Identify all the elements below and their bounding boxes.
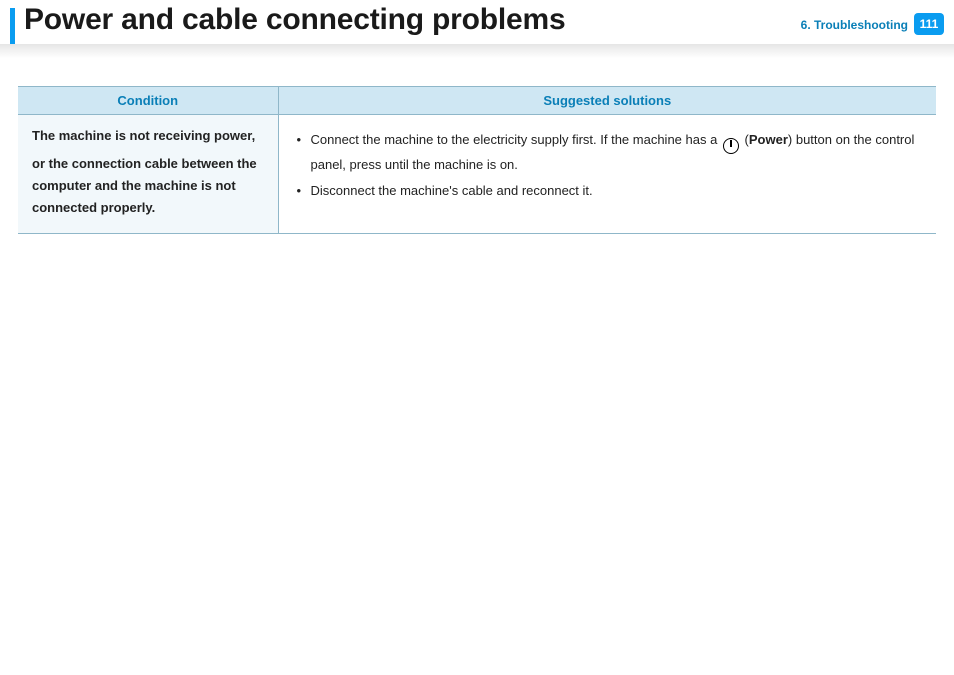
solution1-pre: Connect the machine to the electricity s… — [311, 132, 721, 147]
table-header-row: Condition Suggested solutions — [18, 87, 936, 115]
page-title: Power and cable connecting problems — [24, 3, 565, 37]
condition-cell: The machine is not receiving power, or t… — [18, 115, 278, 234]
solution-text: Disconnect the machine's cable and recon… — [311, 180, 593, 202]
bullet-icon: • — [297, 129, 311, 151]
solutions-list: • Connect the machine to the electricity… — [293, 129, 923, 202]
table-row: The machine is not receiving power, or t… — [18, 115, 936, 234]
breadcrumb: 6. Troubleshooting — [801, 18, 908, 32]
condition-text-rest: or the connection cable between the comp… — [32, 153, 264, 219]
col-header-condition: Condition — [18, 87, 278, 115]
document-page: Power and cable connecting problems 6. T… — [0, 0, 954, 675]
solutions-cell: • Connect the machine to the electricity… — [278, 115, 936, 234]
bullet-icon: • — [297, 180, 311, 202]
condition-text-line1: The machine is not receiving power, — [32, 125, 264, 147]
power-icon — [723, 138, 739, 154]
solution-text: Connect the machine to the electricity s… — [311, 129, 923, 176]
col-header-solutions: Suggested solutions — [278, 87, 936, 115]
list-item: • Disconnect the machine's cable and rec… — [297, 180, 923, 202]
title-accent-bar — [10, 8, 15, 44]
power-label: Power — [749, 132, 788, 147]
header-shadow — [0, 44, 954, 58]
list-item: • Connect the machine to the electricity… — [297, 129, 923, 176]
page-number-badge: 111 — [914, 13, 944, 35]
troubleshooting-table: Condition Suggested solutions The machin… — [18, 86, 936, 234]
